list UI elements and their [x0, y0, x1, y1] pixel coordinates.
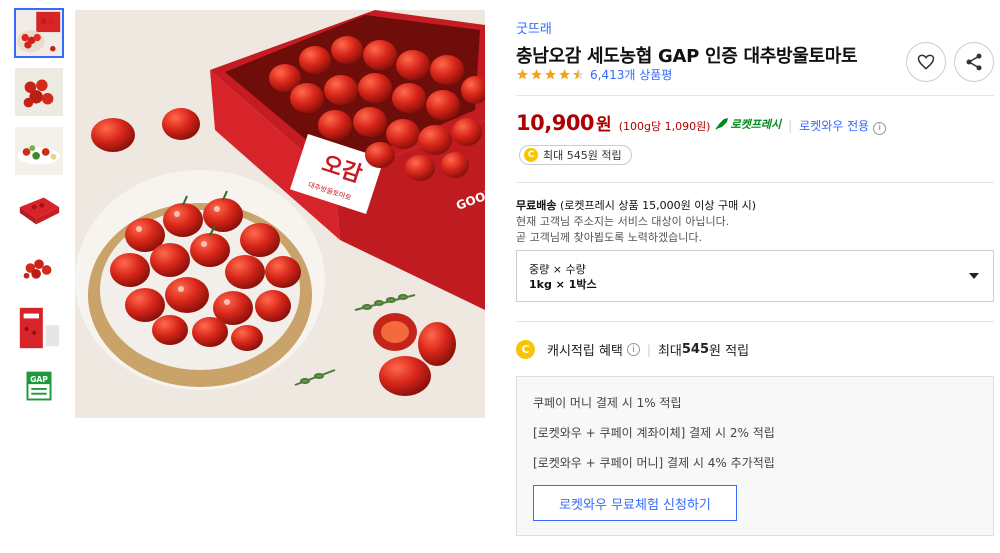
star-icon	[517, 69, 528, 80]
coin-icon: C	[516, 340, 535, 359]
separator: |	[646, 342, 651, 357]
unit-price: (100g당 1,090원)	[618, 120, 711, 133]
share-button[interactable]	[954, 42, 994, 82]
benefit-line: [로켓와우 + 쿠페이 머니] 결제 시 4% 추가적립	[533, 456, 775, 470]
option-dropdown[interactable]: 중량 × 수량 1kg × 1박스	[516, 250, 994, 302]
thumbnail-image	[15, 127, 63, 175]
option-selected-value: 1kg × 1박스	[529, 278, 597, 291]
cash-benefit-label: 캐시적립 혜택	[547, 344, 623, 359]
cash-benefit-max-amount: 545	[681, 342, 710, 357]
thumbnail-7[interactable]: GAP	[14, 362, 64, 412]
thumbnail-4[interactable]	[14, 185, 64, 235]
option-label: 중량 × 수량	[529, 263, 586, 276]
info-icon[interactable]: i	[873, 121, 887, 135]
coin-icon: C	[524, 148, 538, 162]
separator: |	[788, 119, 793, 133]
price-row: 10,900 원 (100g당 1,090원) 로켓프레시 | 로켓와우 전용 …	[516, 110, 887, 135]
thumbnail-3[interactable]	[14, 126, 64, 176]
thumbnail-image	[15, 245, 63, 293]
cash-benefit-max-prefix: 최대	[657, 344, 682, 359]
rocket-fresh-label: 로켓프레시	[730, 118, 782, 131]
free-shipping-label: 무료배송	[516, 199, 557, 212]
cash-benefit-row: C 캐시적립 혜택 i | 최대 545 원 적립	[516, 340, 749, 359]
thumbnail-image	[15, 68, 63, 116]
free-shipping-condition: (로켓프레시 상품 15,000원 이상 구매 시)	[556, 199, 757, 212]
thumbnail-list: GAP	[14, 8, 66, 421]
rocket-fresh-badge: 로켓프레시	[715, 116, 781, 132]
product-title: 충남오감 세도농협 GAP 인증 대추방울토마토	[516, 46, 858, 67]
star-icon	[545, 69, 556, 80]
benefit-details-box: 쿠페이 머니 결제 시 1% 적립 [로켓와우 + 쿠페이 계좌이체] 결제 시…	[516, 376, 994, 536]
thumbnail-image	[15, 186, 63, 234]
thumbnail-2[interactable]	[14, 67, 64, 117]
thumbnail-image	[15, 304, 63, 352]
star-icon	[573, 69, 584, 80]
thumbnail-1[interactable]	[14, 8, 64, 58]
rocket-icon	[715, 118, 729, 130]
review-count-link[interactable]: 6,413개 상품평	[590, 66, 672, 83]
delivery-heading: 무료배송 (로켓프레시 상품 15,000원 이상 구매 시)	[516, 198, 756, 214]
price-currency: 원	[596, 115, 612, 135]
benefit-line: [로켓와우 + 쿠페이 계좌이체] 결제 시 2% 적립	[533, 426, 775, 440]
main-product-image[interactable]: 오감 대추방울토마토 GOOD	[75, 10, 485, 418]
benefit-line: 쿠페이 머니 결제 시 1% 적립	[533, 396, 682, 410]
delivery-info: 무료배송 (로켓프레시 상품 15,000원 이상 구매 시) 현재 고객님 주…	[516, 198, 756, 246]
cash-reward-badge: C 최대 545원 적립	[519, 145, 632, 165]
thumbnail-image: GAP	[15, 363, 63, 411]
product-info-panel: 굿뜨래 충남오감 세도농협 GAP 인증 대추방울토마토 6,413개 상품평 …	[516, 0, 996, 553]
thumbnail-6[interactable]	[14, 303, 64, 353]
cash-benefit-max-suffix: 원 적립	[709, 344, 750, 359]
divider	[516, 321, 994, 322]
wishlist-button[interactable]	[906, 42, 946, 82]
thumbnail-5[interactable]	[14, 244, 64, 294]
star-icon	[559, 69, 570, 80]
star-rating	[516, 68, 586, 81]
share-icon	[966, 53, 982, 71]
tomato-box-illustration: 오감 대추방울토마토 GOOD	[75, 10, 485, 418]
thumbnail-image	[16, 10, 62, 56]
rocket-wow-only-label: 로켓와우 전용	[799, 119, 870, 133]
sale-price: 10,900	[516, 111, 595, 135]
gap-badge-text: GAP	[30, 375, 48, 384]
brand-link[interactable]: 굿뜨래	[516, 18, 552, 37]
chevron-down-icon	[969, 273, 979, 279]
divider	[516, 182, 994, 183]
rating-row[interactable]: 6,413개 상품평	[516, 66, 672, 83]
rocket-wow-trial-button[interactable]: 로켓와우 무료체험 신청하기	[533, 485, 737, 521]
cash-reward-text: 최대 545원 적립	[543, 149, 622, 162]
info-icon[interactable]: i	[626, 343, 640, 356]
delivery-notice-1: 현재 고객님 주소지는 서비스 대상이 아닙니다.	[516, 215, 730, 228]
star-icon	[531, 69, 542, 80]
delivery-notice-2: 곧 고객님께 찾아뵙도록 노력하겠습니다.	[516, 231, 703, 244]
heart-icon	[917, 54, 935, 70]
divider	[516, 95, 994, 96]
